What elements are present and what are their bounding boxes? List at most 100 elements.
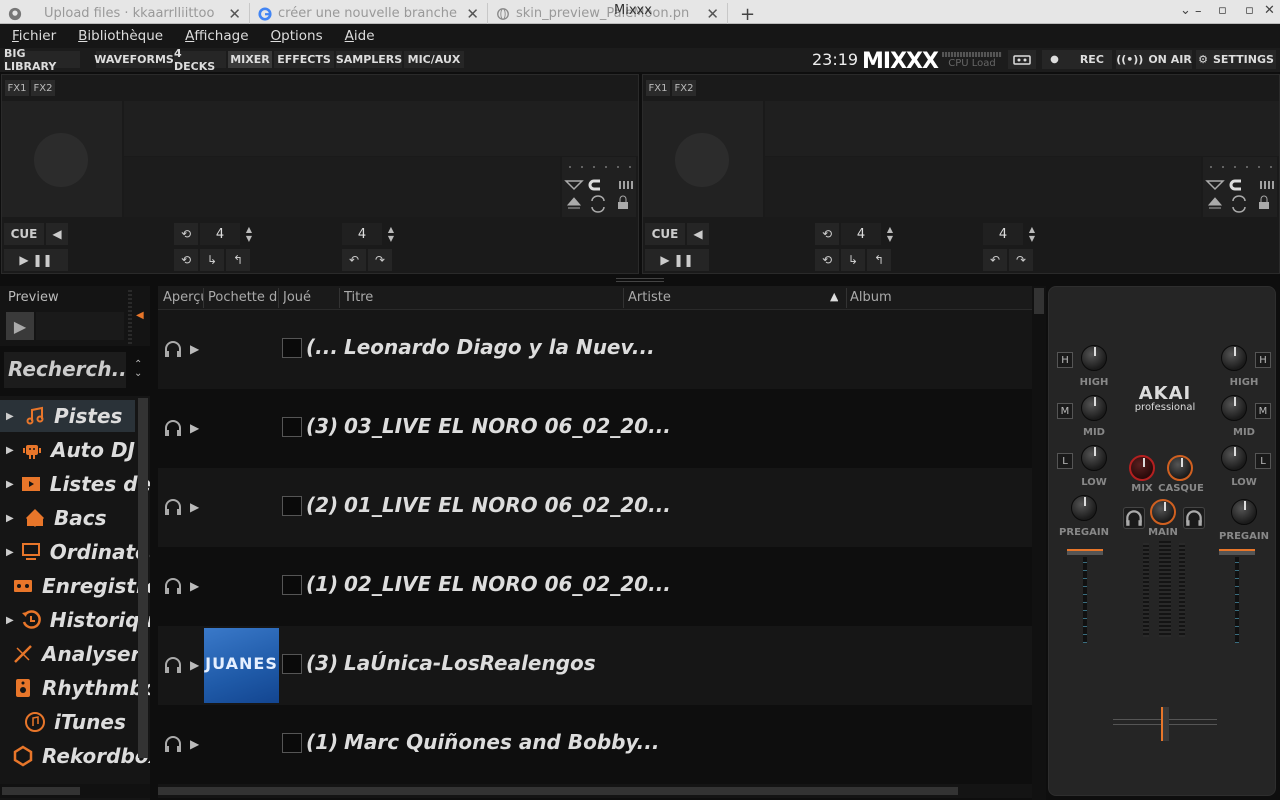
library-vertical-scrollbar[interactable] bbox=[1032, 286, 1046, 800]
deck2-loop-in-icon[interactable]: ↳ bbox=[841, 249, 865, 271]
deck2-loop-out-icon[interactable]: ↰ bbox=[867, 249, 891, 271]
preview-play-button[interactable]: ▶ bbox=[6, 312, 34, 340]
close-icon[interactable]: ✕ bbox=[466, 5, 479, 23]
big-library-button[interactable]: BIG LIBRARY bbox=[4, 47, 80, 73]
splitter-handle[interactable] bbox=[616, 278, 664, 282]
sidebar-item-playlists[interactable]: ▶ Listes de bbox=[0, 468, 150, 500]
eq-mid-knob-right[interactable] bbox=[1221, 395, 1247, 421]
sidebar-item-rekordbox[interactable]: Rekordbox bbox=[0, 740, 150, 772]
deck1-beatloop-size[interactable]: 4 bbox=[200, 223, 240, 245]
album-cover[interactable]: JUANES bbox=[204, 628, 279, 703]
crossfader-handle[interactable] bbox=[1161, 707, 1169, 741]
deck2-loop-icon[interactable]: ⟲ bbox=[815, 223, 839, 245]
eq-high-knob-right[interactable] bbox=[1221, 345, 1247, 371]
sidebar-item-ordinateur[interactable]: ▶ Ordinateur bbox=[0, 536, 150, 568]
column-header-played[interactable]: Joué bbox=[283, 290, 333, 305]
played-checkbox[interactable] bbox=[282, 733, 302, 753]
expand-arrow-icon[interactable]: ▶ bbox=[6, 615, 14, 626]
on-air-button[interactable]: ((•)) ON AIR bbox=[1116, 50, 1192, 69]
expand-arrow-icon[interactable]: ▶ bbox=[6, 547, 14, 558]
menu-aide[interactable]: Aide bbox=[345, 28, 375, 44]
table-row[interactable]: ▶ (... Leonardo Diago y la Nuev... bbox=[158, 310, 1032, 389]
browser-tab-google[interactable]: créer une nouvelle branche ✕ bbox=[250, 3, 488, 24]
headphones-icon[interactable] bbox=[164, 656, 182, 674]
eq-low-knob-left[interactable] bbox=[1081, 445, 1107, 471]
table-row[interactable]: ▶ (1) 02_LIVE EL NORO 06_02_20... bbox=[158, 547, 1032, 626]
preview-volume-marker-icon[interactable]: ◀ bbox=[136, 310, 144, 321]
effects-button[interactable]: EFFECTS bbox=[274, 51, 334, 68]
deck2-fx2-button[interactable]: FX2 bbox=[672, 80, 696, 96]
deck2-reloop-icon[interactable]: ⟲ bbox=[815, 249, 839, 271]
library-horizontal-scrollbar[interactable] bbox=[158, 784, 1032, 798]
deck1-loop-out-icon[interactable]: ↰ bbox=[226, 249, 250, 271]
new-tab-button[interactable]: + bbox=[740, 4, 755, 25]
deck2-overview-waveform[interactable] bbox=[765, 157, 1201, 217]
four-decks-button[interactable]: 4 DECKS bbox=[174, 47, 226, 73]
close-icon[interactable]: ✕ bbox=[706, 5, 719, 23]
deck2-jump-forward-icon[interactable]: ↷ bbox=[1009, 249, 1033, 271]
column-header-album[interactable]: Album bbox=[850, 290, 1030, 305]
tape-icon[interactable] bbox=[1008, 50, 1036, 69]
deck2-reverse-icon[interactable]: ◀ bbox=[687, 223, 709, 245]
deck1-play-pause-button[interactable]: ▶ ❚❚ bbox=[4, 249, 68, 271]
headphone-mix-knob[interactable] bbox=[1129, 455, 1155, 481]
deck1-beatjump-stepper[interactable]: ▲ ▼ bbox=[384, 223, 398, 245]
deck1-overview-waveform[interactable] bbox=[124, 157, 560, 217]
eq-mid-knob-left[interactable] bbox=[1081, 395, 1107, 421]
expand-arrow-icon[interactable]: ▶ bbox=[6, 479, 14, 490]
deck1-loop-icon[interactable]: ⟲ bbox=[174, 223, 198, 245]
eq-kill-mid-left[interactable]: M bbox=[1057, 403, 1073, 419]
browser-tab-skin-preview[interactable]: skin_preview_PaleMoon.pn ✕ bbox=[488, 3, 728, 24]
mic-aux-button[interactable]: MIC/AUX bbox=[404, 51, 464, 68]
deck1-fx2-button[interactable]: FX2 bbox=[31, 80, 55, 96]
mixer-button[interactable]: MIXER bbox=[228, 51, 272, 68]
menu-options[interactable]: Options bbox=[271, 28, 323, 44]
column-header-cover[interactable]: Pochette d bbox=[208, 290, 278, 305]
close-icon[interactable]: ✕ bbox=[228, 5, 241, 23]
browser-tab-github[interactable]: Upload files · kkaarrlliittoo ✕ bbox=[0, 3, 250, 24]
menu-affichage[interactable]: Affichage bbox=[185, 28, 248, 44]
waveforms-button[interactable]: WAVEFORMS bbox=[94, 51, 174, 68]
played-checkbox[interactable] bbox=[282, 338, 302, 358]
preview-waveform[interactable] bbox=[36, 312, 124, 340]
expand-arrow-icon[interactable]: ▶ bbox=[6, 513, 18, 524]
sidebar-item-pistes[interactable]: ▶ Pistes bbox=[0, 400, 135, 432]
played-checkbox[interactable] bbox=[282, 654, 302, 674]
play-icon[interactable]: ▶ bbox=[190, 500, 199, 514]
menu-bibliotheque[interactable]: Bibliothèque bbox=[78, 28, 163, 44]
eq-high-knob-left[interactable] bbox=[1081, 345, 1107, 371]
eq-kill-low-left[interactable]: L bbox=[1057, 453, 1073, 469]
sidebar-item-analyser[interactable]: Analyser bbox=[0, 638, 140, 670]
sidebar-item-enregistrements[interactable]: Enregistrements bbox=[0, 570, 150, 602]
sidebar-item-bacs[interactable]: ▶ Bacs bbox=[0, 502, 135, 534]
played-checkbox[interactable] bbox=[282, 575, 302, 595]
headphones-cue-right-icon[interactable] bbox=[1183, 507, 1205, 529]
table-row[interactable]: ▶ (1) Marc Quiñones and Bobby... bbox=[158, 705, 1032, 784]
close-window-icon[interactable]: ✕ bbox=[1264, 3, 1275, 18]
played-checkbox[interactable] bbox=[282, 496, 302, 516]
expand-arrow-icon[interactable]: ▶ bbox=[6, 445, 15, 456]
play-icon[interactable]: ▶ bbox=[190, 737, 199, 751]
vinyl-icon[interactable] bbox=[34, 133, 88, 187]
play-icon[interactable]: ▶ bbox=[190, 658, 199, 672]
eq-kill-mid-right[interactable]: M bbox=[1255, 403, 1271, 419]
deck2-jump-back-icon[interactable]: ↶ bbox=[983, 249, 1007, 271]
restore-icon[interactable]: ▫ bbox=[1245, 3, 1254, 18]
search-sort-icon[interactable]: ⌃ ⌄ bbox=[134, 360, 142, 379]
headphones-icon[interactable] bbox=[164, 577, 182, 595]
eq-kill-high-right[interactable]: H bbox=[1255, 352, 1271, 368]
pregain-knob-left[interactable] bbox=[1071, 495, 1097, 521]
eq-low-knob-right[interactable] bbox=[1221, 445, 1247, 471]
menu-fichier[interactable]: Fichier bbox=[12, 28, 56, 44]
deck1-beatloop-stepper[interactable]: ▲ ▼ bbox=[242, 223, 256, 245]
deck2-fx1-button[interactable]: FX1 bbox=[646, 80, 670, 96]
deck2-beatloop-size[interactable]: 4 bbox=[841, 223, 881, 245]
sidebar-item-itunes[interactable]: iTunes bbox=[0, 706, 135, 738]
deck1-reloop-icon[interactable]: ⟲ bbox=[174, 249, 198, 271]
record-button[interactable]: ● REC bbox=[1042, 50, 1112, 69]
played-checkbox[interactable] bbox=[282, 417, 302, 437]
deck1-jump-back-icon[interactable]: ↶ bbox=[342, 249, 366, 271]
table-row[interactable]: ▶ (2) 01_LIVE EL NORO 06_02_20... bbox=[158, 468, 1032, 547]
play-icon[interactable]: ▶ bbox=[190, 421, 199, 435]
deck1-loop-in-icon[interactable]: ↳ bbox=[200, 249, 224, 271]
